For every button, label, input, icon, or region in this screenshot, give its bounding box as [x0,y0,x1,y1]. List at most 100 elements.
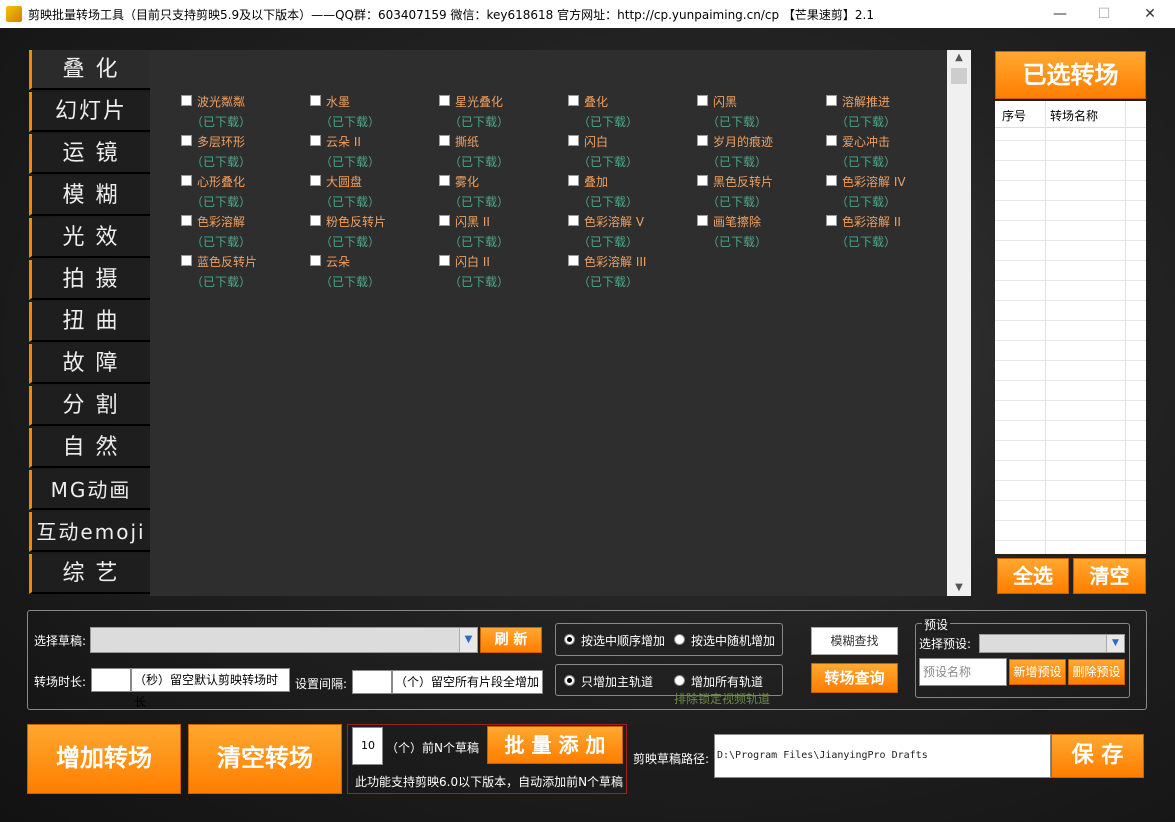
transition-checkbox[interactable] [439,135,450,146]
transition-name[interactable]: 画笔擦除 [713,213,761,230]
transition-name[interactable]: 黑色反转片 [713,173,773,190]
transition-name[interactable]: 溶解推进 [842,93,890,110]
select-all-button[interactable]: 全选 [997,558,1069,594]
preset-select[interactable]: ▼ [979,634,1125,653]
transition-item[interactable]: 闪黑 （已下载） [697,93,827,133]
selected-transitions-table[interactable]: 序号 转场名称 [995,101,1146,554]
transition-item[interactable]: 闪白 （已下载） [568,133,698,173]
transition-checkbox[interactable] [568,135,579,146]
transition-name[interactable]: 水墨 [326,93,350,110]
transition-name[interactable]: 岁月的痕迹 [713,133,773,150]
main-track-radio[interactable] [564,675,575,686]
transition-name[interactable]: 蓝色反转片 [197,253,257,270]
transition-name[interactable]: 云朵 [326,253,350,270]
transition-name[interactable]: 闪白 [584,133,608,150]
transition-checkbox[interactable] [181,255,192,266]
category-item[interactable]: 分 割 [29,386,150,426]
order-add-radio[interactable] [564,634,575,645]
scroll-up-arrow-icon[interactable]: ▲ [947,50,971,66]
transition-item[interactable]: 水墨 （已下载） [310,93,440,133]
transition-item[interactable]: 溶解推进 （已下载） [826,93,956,133]
category-item[interactable]: 光 效 [29,218,150,258]
transition-item[interactable]: 色彩溶解 V （已下载） [568,213,698,253]
transition-item[interactable]: 蓝色反转片 （已下载） [181,253,311,293]
transition-checkbox[interactable] [826,175,837,186]
chevron-down-icon[interactable]: ▼ [1106,635,1124,652]
category-item[interactable]: 拍 摄 [29,260,150,300]
transition-item[interactable]: 大圆盘 （已下载） [310,173,440,213]
draft-path-input[interactable]: D:\Program Files\JianyingPro Drafts [714,734,1051,778]
category-item[interactable]: 故 障 [29,344,150,384]
transition-checkbox[interactable] [439,215,450,226]
transition-checkbox[interactable] [568,175,579,186]
all-tracks-radio[interactable] [674,675,685,686]
clear-selected-button[interactable]: 清空 [1073,558,1146,594]
order-add-label[interactable]: 按选中顺序增加 [581,632,665,649]
transition-name[interactable]: 粉色反转片 [326,213,386,230]
minimize-button[interactable]: — [1037,0,1083,28]
transition-item[interactable]: 粉色反转片 （已下载） [310,213,440,253]
interval-input[interactable] [352,670,392,694]
transition-name[interactable]: 心形叠化 [197,173,245,190]
transition-query-button[interactable]: 转场查询 [811,663,898,693]
transition-item[interactable]: 色彩溶解 IV （已下载） [826,173,956,213]
refresh-button[interactable]: 刷 新 [480,627,542,653]
all-tracks-label[interactable]: 增加所有轨道 [691,673,763,690]
transition-item[interactable]: 闪白 II （已下载） [439,253,569,293]
transition-item[interactable]: 色彩溶解 （已下载） [181,213,311,253]
transition-checkbox[interactable] [697,175,708,186]
transition-item[interactable]: 波光粼粼 （已下载） [181,93,311,133]
transition-checkbox[interactable] [697,95,708,106]
category-item[interactable]: MG动画 [29,470,150,510]
transition-name[interactable]: 撕纸 [455,133,479,150]
transition-checkbox[interactable] [697,135,708,146]
transition-checkbox[interactable] [439,95,450,106]
transition-checkbox[interactable] [439,255,450,266]
category-item[interactable]: 幻灯片 [29,92,150,132]
transition-checkbox[interactable] [826,215,837,226]
scroll-thumb[interactable] [951,68,967,84]
transition-checkbox[interactable] [697,215,708,226]
transition-checkbox[interactable] [310,215,321,226]
random-add-radio[interactable] [674,634,685,645]
transition-name[interactable]: 大圆盘 [326,173,362,190]
transition-checkbox[interactable] [568,255,579,266]
preset-name-input[interactable]: 预设名称 [919,658,1007,686]
clear-transition-button[interactable]: 清空转场 [188,724,342,794]
transition-item[interactable]: 爱心冲击 （已下载） [826,133,956,173]
transition-item[interactable]: 色彩溶解 II （已下载） [826,213,956,253]
save-button[interactable]: 保 存 [1051,734,1144,778]
category-item[interactable]: 运 镜 [29,134,150,174]
new-preset-button[interactable]: 新增预设 [1009,659,1066,685]
transition-name[interactable]: 闪黑 II [455,213,490,230]
transition-name[interactable]: 叠化 [584,93,608,110]
category-item[interactable]: 综 艺 [29,554,150,594]
category-item[interactable]: 扭 曲 [29,302,150,342]
transition-name[interactable]: 闪黑 [713,93,737,110]
transition-checkbox[interactable] [310,135,321,146]
transition-name[interactable]: 色彩溶解 III [584,253,646,270]
draft-select[interactable]: ▼ [90,627,478,653]
maximize-button[interactable]: ☐ [1081,0,1127,28]
transition-checkbox[interactable] [181,175,192,186]
transition-item[interactable]: 撕纸 （已下载） [439,133,569,173]
fuzzy-find-button[interactable]: 模糊查找 [811,627,898,655]
transition-item[interactable]: 叠加 （已下载） [568,173,698,213]
transition-item[interactable]: 黑色反转片 （已下载） [697,173,827,213]
transition-name[interactable]: 闪白 II [455,253,490,270]
transition-item[interactable]: 多层环形 （已下载） [181,133,311,173]
transition-item[interactable]: 星光叠化 （已下载） [439,93,569,133]
transition-name[interactable]: 星光叠化 [455,93,503,110]
transition-name[interactable]: 多层环形 [197,133,245,150]
transition-checkbox[interactable] [826,95,837,106]
transition-name[interactable]: 叠加 [584,173,608,190]
transition-checkbox[interactable] [826,135,837,146]
delete-preset-button[interactable]: 删除预设 [1068,659,1125,685]
transition-checkbox[interactable] [310,255,321,266]
transition-name[interactable]: 波光粼粼 [197,93,245,110]
chevron-down-icon[interactable]: ▼ [459,628,477,652]
random-add-label[interactable]: 按选中随机增加 [691,632,775,649]
transition-checkbox[interactable] [568,95,579,106]
category-item[interactable]: 自 然 [29,428,150,468]
transition-item[interactable]: 色彩溶解 III （已下载） [568,253,698,293]
